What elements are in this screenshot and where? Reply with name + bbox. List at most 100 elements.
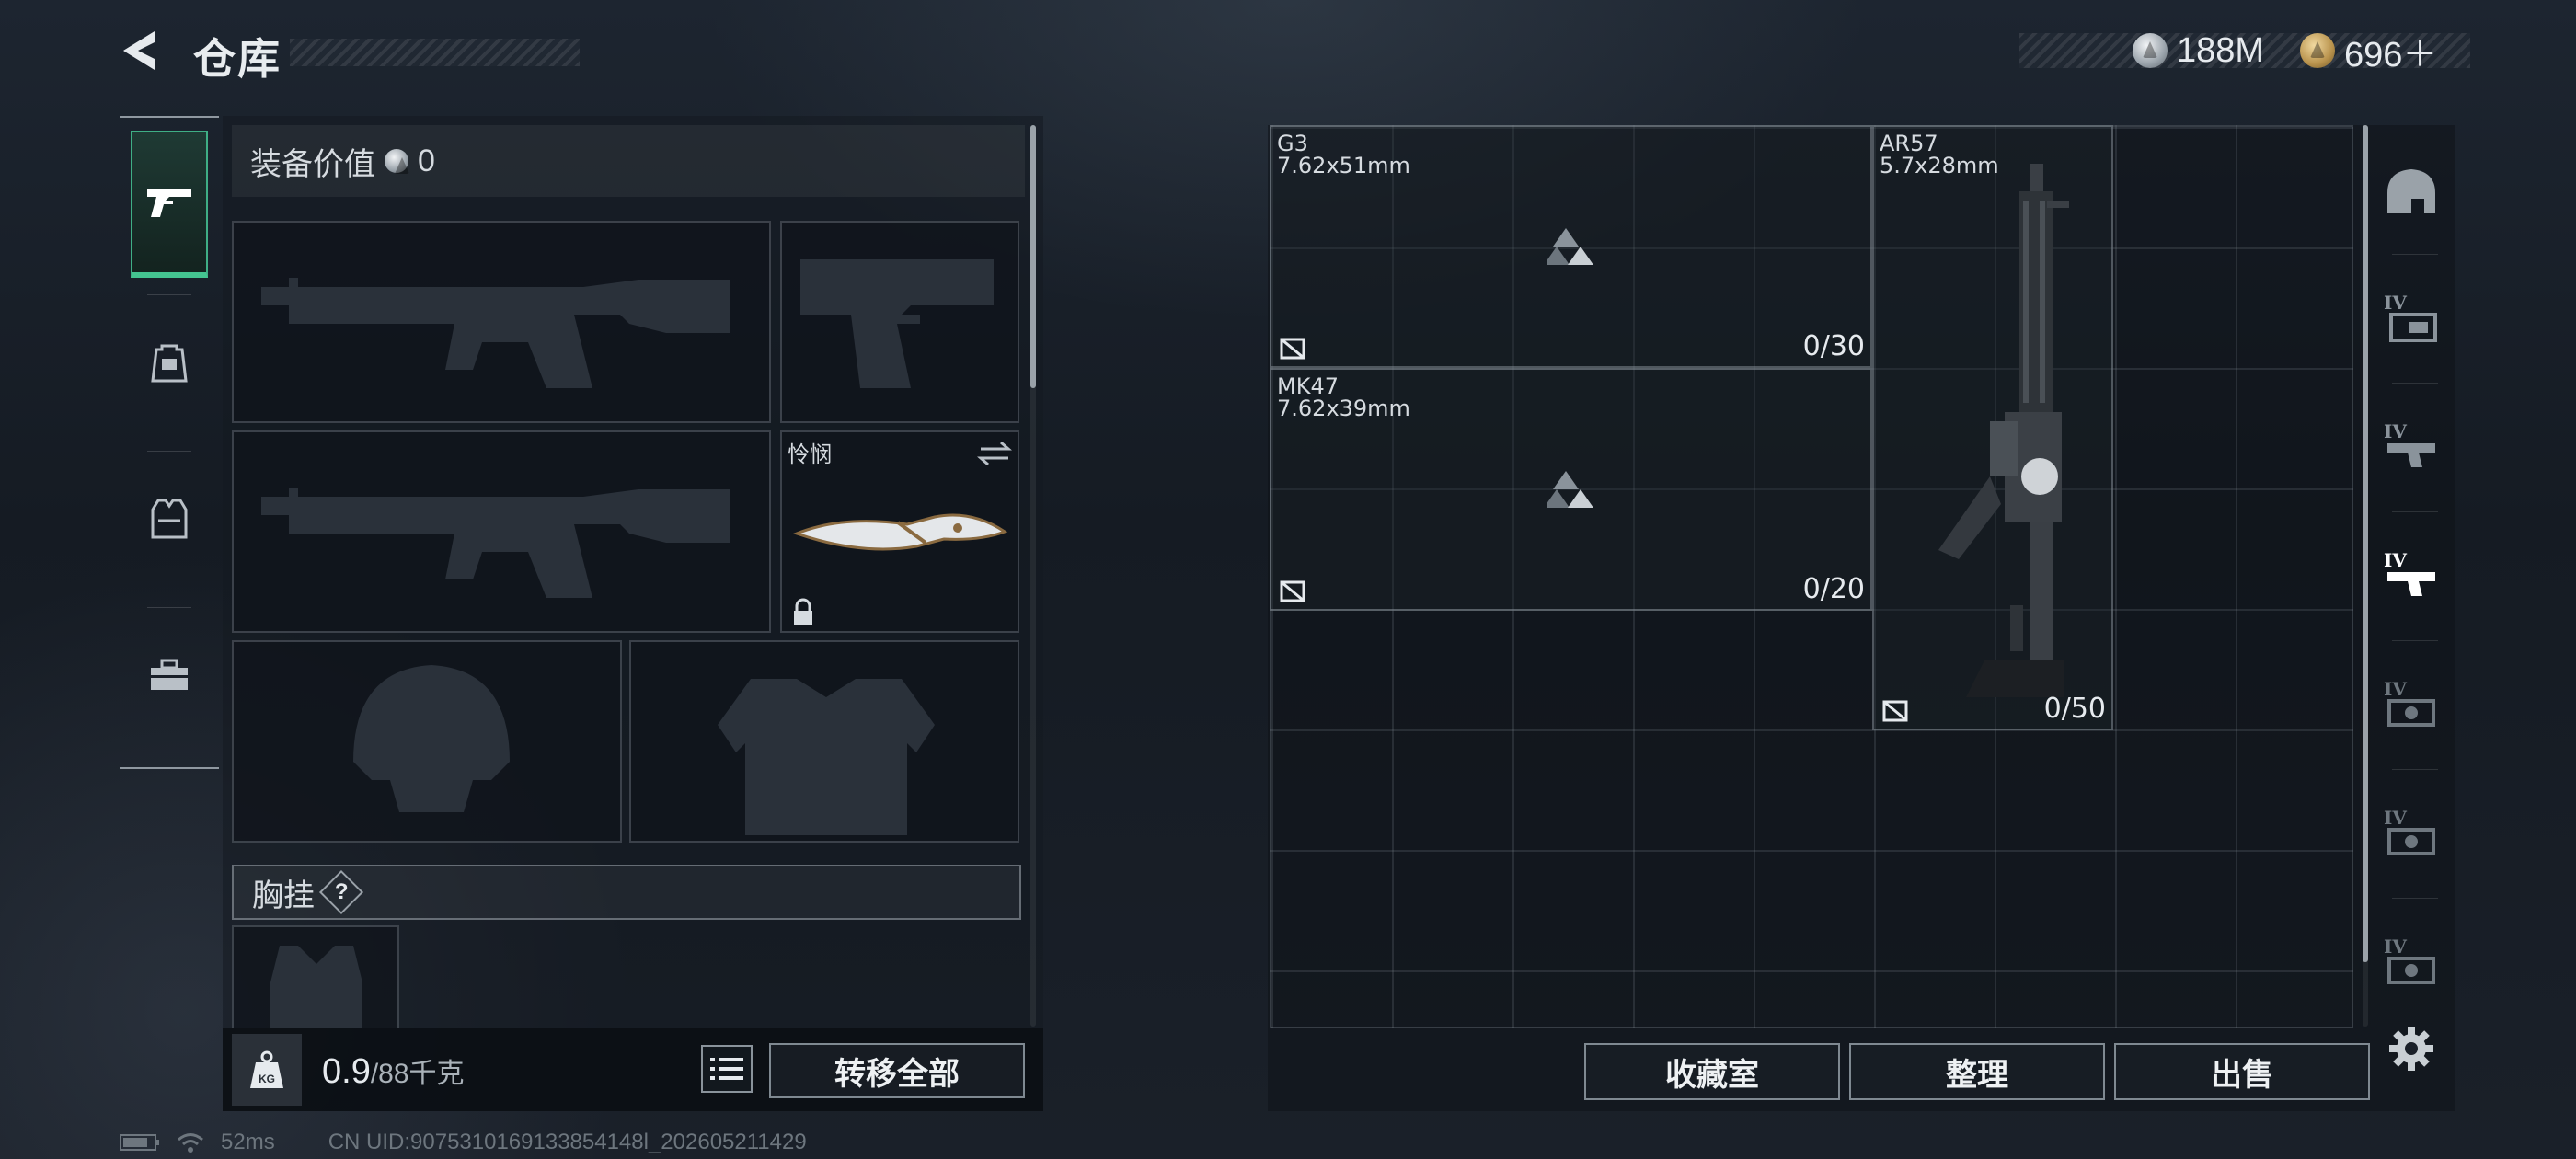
equipment-value: 0 (418, 143, 435, 178)
svg-text:IV: IV (2384, 292, 2407, 314)
category-tier-gear-3[interactable]: IV (2378, 929, 2444, 995)
battery-icon (120, 1134, 159, 1151)
melee-slot-label: 怜悯 (788, 442, 832, 467)
tier-weapon-3-icon: IV (2384, 549, 2435, 596)
back-arrow-icon (123, 31, 155, 70)
helmet-category-icon (2387, 169, 2435, 213)
no-lock-icon (1280, 580, 1305, 602)
svg-text:KG: KG (259, 1073, 275, 1085)
page-title: 仓库 (193, 35, 282, 83)
lock-icon (794, 598, 812, 625)
pistol-placeholder-icon (800, 259, 994, 388)
swap-icon[interactable] (977, 440, 1012, 467)
category-tier-weapon-2[interactable]: IV (2378, 414, 2444, 480)
weight-icon: KG (250, 1050, 283, 1088)
chest-rig-slot[interactable] (232, 925, 399, 1028)
category-tier-weapon-1[interactable]: IV (2378, 285, 2444, 351)
help-icon[interactable]: ? (318, 869, 364, 915)
svg-text:IV: IV (2384, 678, 2407, 700)
silver-coin-icon (385, 149, 408, 173)
tier-weapon-1-icon: IV (2384, 292, 2437, 342)
ammo-stack-icon (1547, 228, 1593, 265)
ping-value: 52ms (221, 1130, 275, 1154)
weapon-item-ar57[interactable]: AR57 5.7x28mm 0/50 (1872, 125, 2113, 730)
backpack-icon (151, 344, 188, 383)
tier-gear-3-icon: IV (2384, 935, 2435, 984)
list-view-button[interactable] (701, 1045, 753, 1093)
primary-weapon-slot[interactable] (232, 221, 771, 423)
currency-gold[interactable]: 696＋ (2300, 28, 2438, 75)
pistol-slot[interactable] (780, 221, 1019, 423)
tab-toolbox[interactable] (131, 602, 208, 749)
category-tier-gear-2[interactable]: IV (2378, 800, 2444, 866)
tier-gear-1-icon: IV (2384, 678, 2435, 727)
gold-coin-icon (2300, 33, 2335, 68)
ar57-rifle-icon (1938, 164, 2069, 697)
tab-vest[interactable] (131, 445, 208, 592)
weight-display: 0.9/88千克 (322, 1050, 465, 1092)
pistol-icon (147, 189, 191, 217)
wifi-icon (178, 1133, 203, 1153)
ammo-count: 0/20 (1802, 573, 1865, 605)
ammo-count: 0/30 (1802, 330, 1865, 362)
category-helmet[interactable] (2378, 158, 2444, 224)
rifle-placeholder-icon (261, 278, 730, 388)
svg-text:IV: IV (2384, 935, 2407, 958)
svg-text:IV: IV (2384, 807, 2407, 829)
ammo-caliber: 7.62x39mm (1277, 396, 1410, 421)
loadout-scrollbar[interactable] (1030, 125, 1036, 388)
toolbox-icon (151, 659, 188, 690)
equipment-value-bar: 装备价值 0 (232, 125, 1025, 197)
weight-capacity: /88千克 (370, 1059, 465, 1089)
settings-button[interactable] (2378, 1016, 2444, 1082)
tier-gear-2-icon: IV (2384, 807, 2435, 855)
helmet-slot[interactable] (232, 640, 622, 843)
currency-silver: 188M (2133, 28, 2264, 74)
svg-text:IV: IV (2384, 420, 2407, 442)
storage-scrollbar[interactable] (2363, 125, 2368, 962)
title-decoration (290, 39, 580, 66)
gear-icon (2389, 1027, 2433, 1071)
vest-icon (151, 499, 188, 539)
category-tier-weapon-3[interactable]: IV (2378, 543, 2444, 609)
chest-rig-header: 胸挂 ? (232, 865, 1021, 920)
silver-coin-icon (2133, 33, 2168, 68)
chest-rig-placeholder-icon (270, 946, 362, 1028)
transfer-all-button[interactable]: 转移全部 (769, 1043, 1025, 1098)
chest-rig-label: 胸挂 (252, 878, 315, 913)
weight-kg-badge: KG (232, 1034, 302, 1106)
body-armor-slot[interactable] (629, 640, 1019, 843)
tier-weapon-2-icon: IV (2384, 420, 2435, 467)
no-lock-icon (1882, 700, 1908, 722)
ammo-stack-icon (1547, 471, 1593, 508)
tab-backpack[interactable] (131, 289, 208, 436)
collection-room-button[interactable]: 收藏室 (1584, 1043, 1840, 1100)
category-tier-gear-1[interactable]: IV (2378, 671, 2444, 738)
currency-gold-value: 696＋ (2344, 35, 2438, 75)
sell-button[interactable]: 出售 (2114, 1043, 2370, 1100)
equipment-value-label: 装备价值 (250, 146, 375, 182)
ammo-name: MK47 (1277, 373, 1339, 399)
weight-current: 0.9 (322, 1052, 371, 1091)
ammo-item-mk47[interactable]: MK47 7.62x39mm 0/20 (1270, 368, 1872, 611)
currency-silver-value: 188M (2177, 30, 2265, 70)
svg-text:IV: IV (2384, 549, 2407, 571)
helmet-placeholder-icon (353, 665, 510, 812)
no-lock-icon (1280, 338, 1305, 360)
ammo-caliber: 7.62x51mm (1277, 153, 1410, 178)
status-bar: 52ms CN UID:9075310169133854148l_2026052… (120, 1130, 807, 1155)
rifle-placeholder-icon (261, 488, 730, 598)
ammo-item-g3[interactable]: G3 7.62x51mm 0/30 (1270, 125, 1872, 368)
secondary-weapon-slot[interactable] (232, 430, 771, 633)
karambit-knife-icon (792, 513, 1008, 551)
armor-placeholder-icon (718, 679, 935, 835)
ammo-name: G3 (1277, 131, 1308, 156)
melee-slot[interactable]: 怜悯 (780, 430, 1019, 633)
left-tab-rail (120, 116, 219, 769)
organize-button[interactable]: 整理 (1849, 1043, 2105, 1100)
back-button[interactable] (118, 28, 164, 74)
weapon-ammo-count: 0/50 (2043, 693, 2106, 725)
uid-text: CN UID:9075310169133854148l_202605211429 (328, 1130, 807, 1154)
tab-weapons[interactable] (131, 131, 208, 278)
list-icon (710, 1058, 743, 1080)
